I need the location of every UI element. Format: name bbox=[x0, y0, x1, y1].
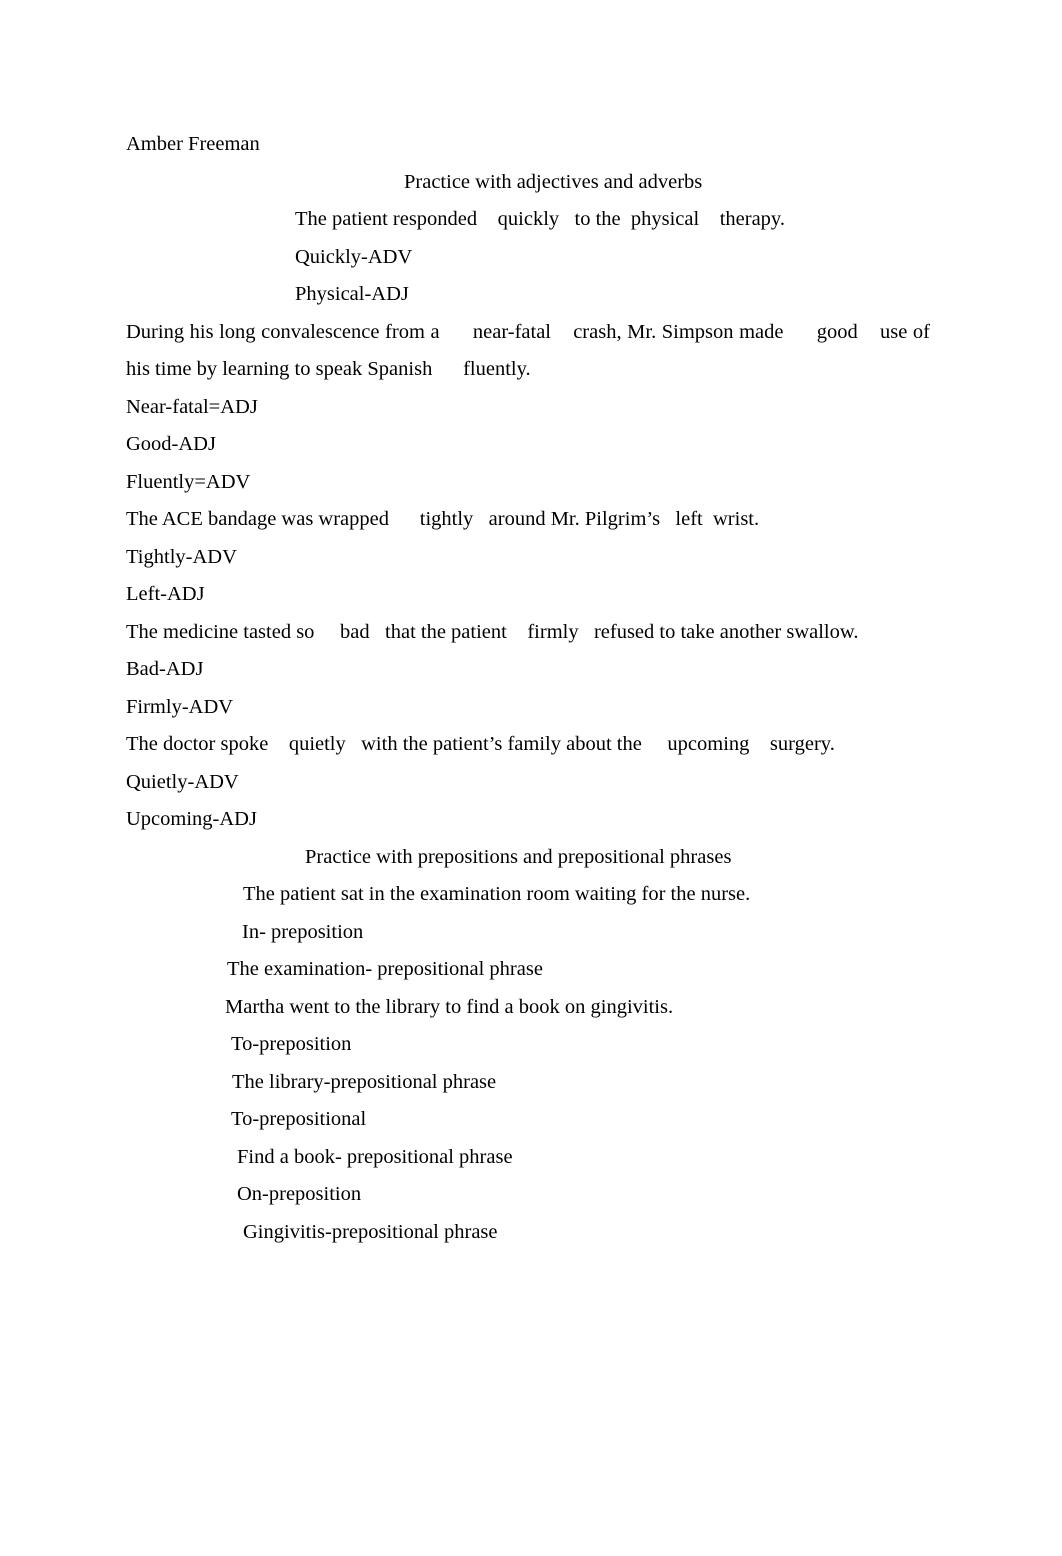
answer-line: Gingivitis-prepositional phrase bbox=[243, 1220, 498, 1243]
answer-line: Find a book- prepositional phrase bbox=[237, 1145, 513, 1168]
answer-line: Left-ADJ bbox=[126, 583, 205, 605]
answer-line: In- preposition bbox=[242, 920, 364, 943]
answer-line: Upcoming-ADJ bbox=[126, 808, 257, 830]
author-line: Amber Freeman bbox=[126, 133, 260, 155]
answer-line: Good-ADJ bbox=[126, 433, 216, 455]
answer-line: To-prepositional bbox=[231, 1108, 367, 1130]
answer-line: On-preposition bbox=[237, 1183, 362, 1205]
practice-sentence: During his long convalescence from a nea… bbox=[126, 320, 936, 381]
practice-sentence: Martha went to the library to find a boo… bbox=[225, 995, 674, 1018]
section-heading-adjectives: Practice with adjectives and adverbs bbox=[404, 170, 703, 193]
answer-line: Bad-ADJ bbox=[126, 658, 204, 680]
document-page: Amber Freeman Practice with adjectives a… bbox=[0, 0, 1062, 1556]
answer-line: Quickly-ADV bbox=[295, 245, 413, 268]
section-heading-prepositions: Practice with prepositions and prepositi… bbox=[305, 845, 732, 868]
practice-sentence: The patient sat in the examination room … bbox=[243, 883, 751, 905]
answer-line: To-preposition bbox=[231, 1033, 352, 1055]
practice-sentence: The doctor spoke quietly with the patien… bbox=[126, 733, 835, 755]
answer-line: Quietly-ADV bbox=[126, 770, 239, 793]
practice-sentence: The patient responded quickly to the phy… bbox=[295, 208, 785, 230]
answer-line: The examination- prepositional phrase bbox=[227, 958, 543, 980]
answer-line: Physical-ADJ bbox=[295, 283, 409, 305]
answer-line: Fluently=ADV bbox=[126, 470, 251, 493]
answer-line: The library-prepositional phrase bbox=[232, 1070, 497, 1093]
practice-sentence: The medicine tasted so bad that the pati… bbox=[126, 620, 859, 643]
document-body: Amber Freeman Practice with adjectives a… bbox=[126, 126, 930, 1251]
answer-line: Near-fatal=ADJ bbox=[126, 395, 258, 418]
answer-line: Firmly-ADV bbox=[126, 695, 234, 718]
answer-line: Tightly-ADV bbox=[126, 545, 237, 568]
practice-sentence: The ACE bandage was wrapped tightly arou… bbox=[126, 508, 760, 530]
